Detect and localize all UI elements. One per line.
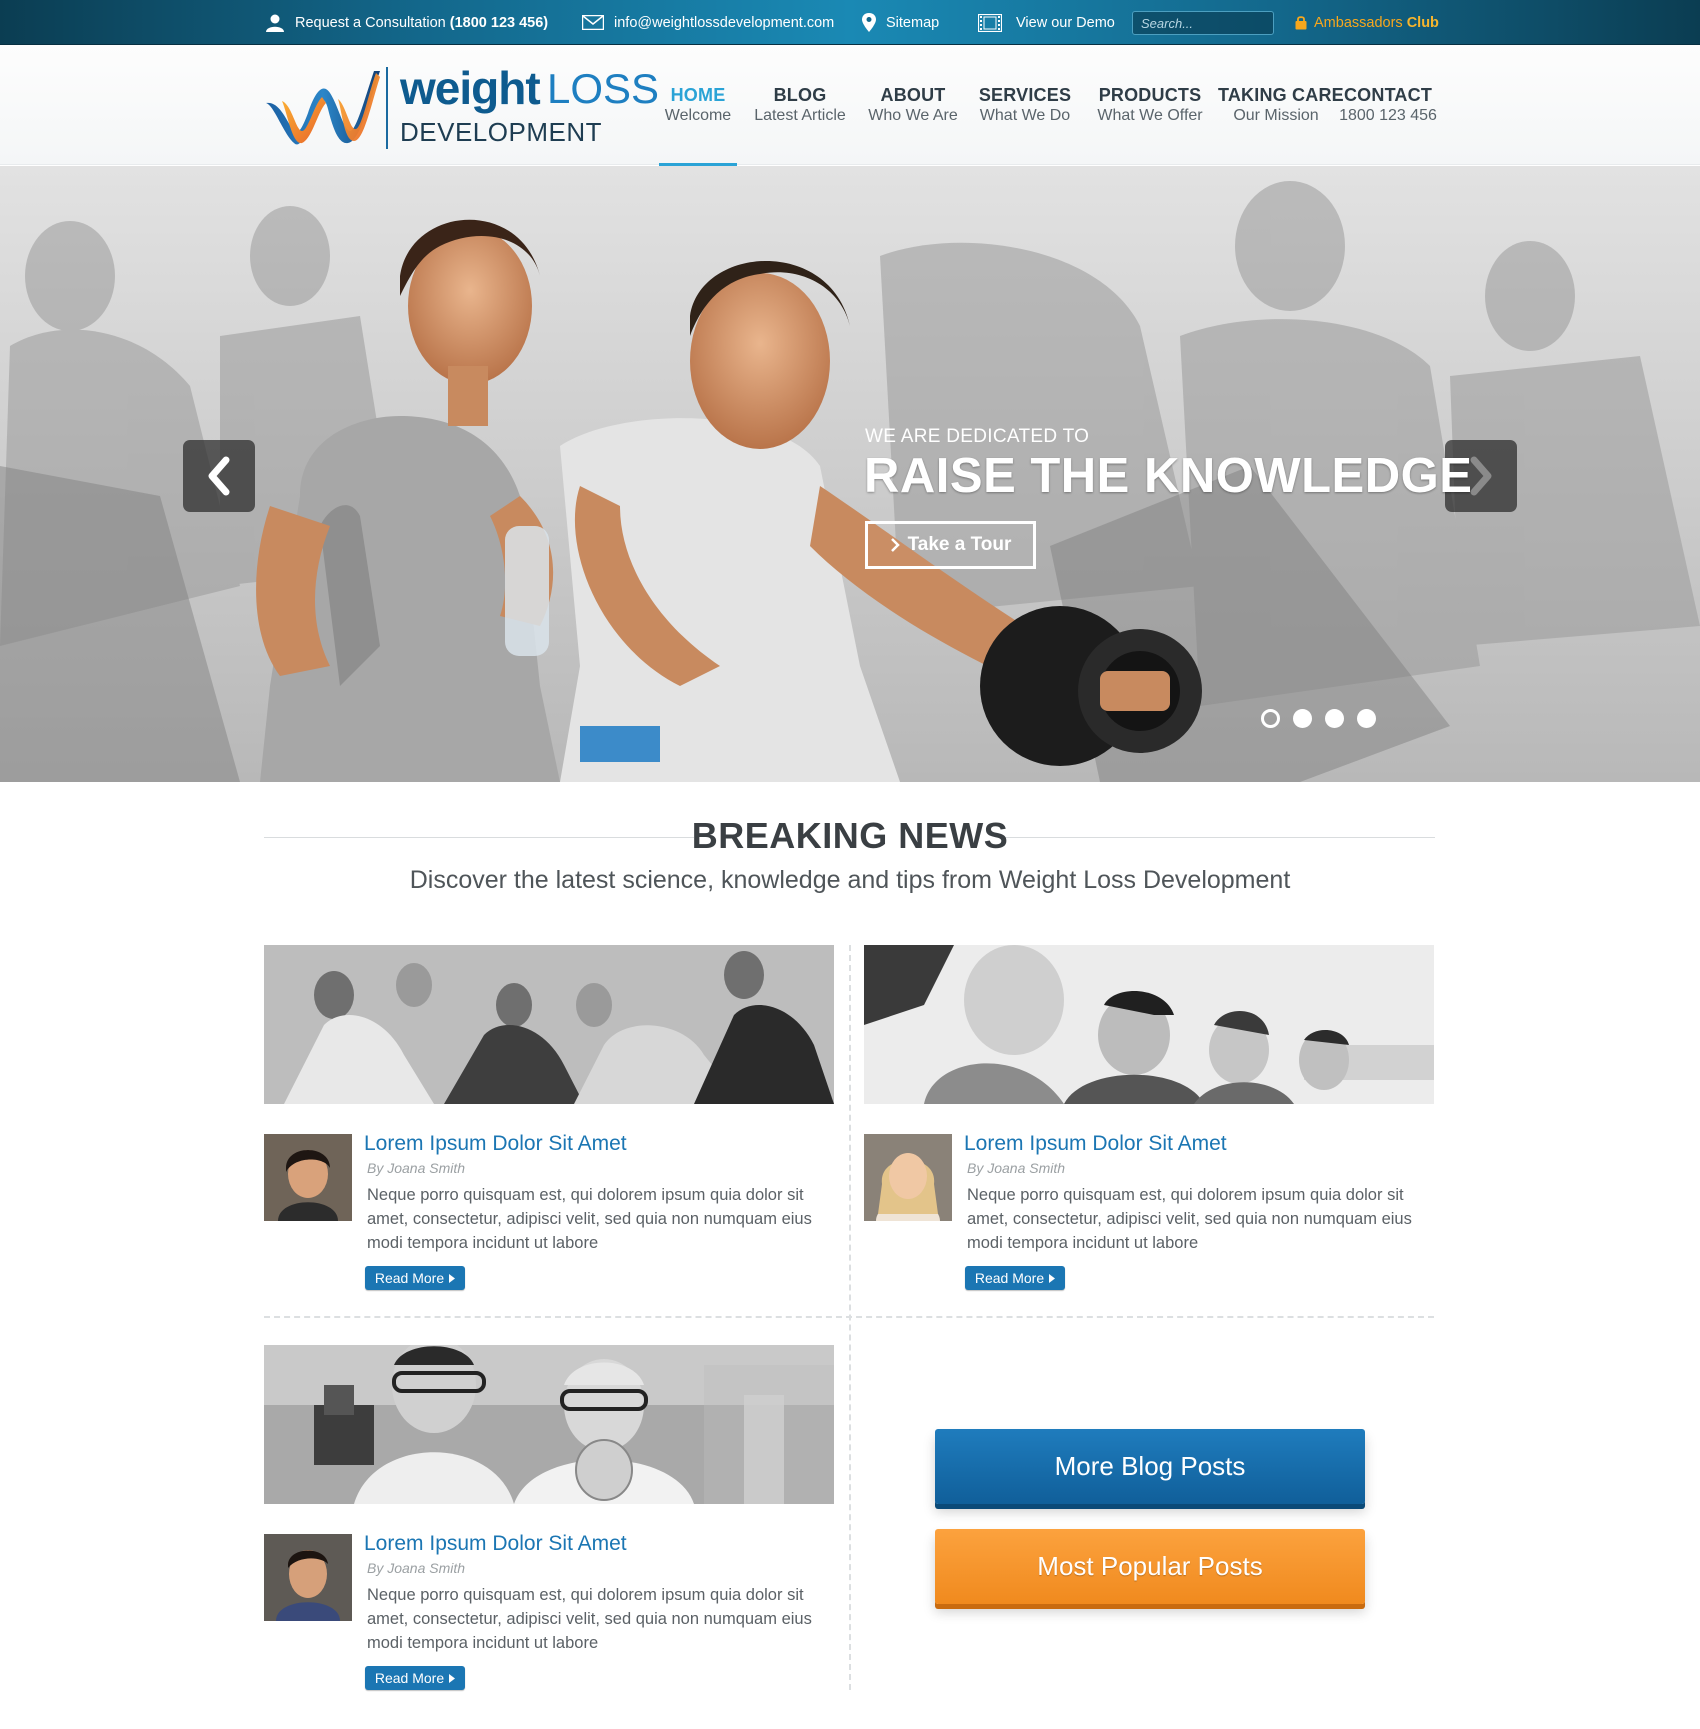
post-photo [264,945,834,1104]
consultation-phone: (1800 123 456) [449,14,549,31]
nav-taking-care-sub: Our Mission [1233,107,1319,124]
demo-text: View our Demo [1016,14,1115,31]
author-avatar [264,1134,352,1221]
nav-home-title: HOME [670,85,726,105]
logo-ribbon-icon [266,71,380,145]
nav-products-sub: What We Offer [1097,107,1203,124]
nav-blog[interactable]: BLOG Latest Article [750,85,850,125]
nav-home[interactable]: HOME Welcome [660,85,736,125]
take-a-tour-button[interactable]: Take a Tour [865,521,1036,569]
site-header: weight LOSS DEVELOPMENT HOME Welcome BLO… [0,45,1700,166]
slider-prev-button[interactable] [183,440,255,512]
post-author: By Joana Smith [367,1160,466,1176]
nav-products-title: PRODUCTS [1098,85,1202,105]
read-more-button[interactable]: Read More [365,1666,465,1690]
post-photo [864,945,1434,1104]
search-input[interactable] [1132,11,1274,35]
read-more-label: Read More [374,1270,445,1286]
section-title: BREAKING NEWS [691,815,1009,856]
email-text: info@weightlossdevelopment.com [614,14,835,31]
author-avatar [864,1134,952,1221]
nav-home-sub: Welcome [664,107,732,124]
slider-dot[interactable] [1357,709,1376,728]
nav-services-sub: What We Do [979,107,1071,124]
ambassadors-label: Ambassadors [1314,14,1403,31]
nav-services[interactable]: SERVICES What We Do [975,85,1075,125]
nav-services-title: SERVICES [978,85,1072,105]
nav-about-title: ABOUT [880,85,946,105]
nav-blog-title: BLOG [773,85,827,105]
caret-right-icon [1049,1273,1056,1283]
post-author: By Joana Smith [367,1560,466,1576]
sitemap-link[interactable]: Sitemap [862,0,939,45]
map-pin-icon [862,13,876,32]
post-image[interactable] [264,945,834,1104]
email-link[interactable]: info@weightlossdevelopment.com [582,0,834,45]
caret-right-icon [449,1273,456,1283]
nav-about[interactable]: ABOUT Who We Are [865,85,961,125]
post-image[interactable] [264,1345,834,1504]
post-title[interactable]: Lorem Ipsum Dolor Sit Amet [964,1132,1227,1156]
site-logo[interactable]: weight LOSS DEVELOPMENT [264,62,659,155]
post-title[interactable]: Lorem Ipsum Dolor Sit Amet [364,1532,627,1556]
user-icon [266,14,284,32]
lock-icon [1295,16,1307,30]
slider-dots [1261,709,1376,728]
more-blog-posts-button[interactable]: More Blog Posts [935,1429,1365,1504]
nav-products[interactable]: PRODUCTS What We Offer [1092,85,1208,125]
more-blog-posts-label: More Blog Posts [1054,1451,1246,1481]
nav-about-sub: Who We Are [868,107,958,124]
logo-word-weight: weight [400,62,541,114]
nav-blog-sub: Latest Article [754,107,846,124]
most-popular-posts-button[interactable]: Most Popular Posts [935,1529,1365,1604]
read-more-label: Read More [974,1270,1045,1286]
sitemap-text: Sitemap [886,14,940,31]
slider-dot[interactable] [1325,709,1344,728]
consultation-label: Request a Consultation [295,14,446,31]
hero-kicker: WE ARE DEDICATED TO [865,426,1090,447]
nav-contact-sub: 1800 123 456 [1339,107,1437,124]
hero-title: RAISE THE KNOWLEDGE [864,449,1473,503]
chevron-left-icon [208,456,230,496]
logo-word-loss: LOSS [547,65,660,112]
post-excerpt: Neque porro quisquam est, qui dolorem ip… [367,1186,812,1252]
post-excerpt: Neque porro quisquam est, qui dolorem ip… [967,1186,1412,1252]
nav-taking-care[interactable]: TAKING CARE Our Mission [1218,85,1344,125]
nav-contact-title: CONTACT [1343,85,1433,105]
read-more-button[interactable]: Read More [965,1266,1065,1290]
chevron-right-icon [890,538,900,552]
hero-slider: WE ARE DEDICATED TO RAISE THE KNOWLEDGE … [0,166,1700,782]
slider-dot[interactable] [1261,709,1280,728]
author-avatar [264,1534,352,1621]
caret-right-icon [449,1673,456,1683]
section-subtitle: Discover the latest science, knowledge a… [409,866,1291,894]
logo-word-development: DEVELOPMENT [400,117,602,147]
nav-taking-care-title: TAKING CARE [1218,85,1344,105]
row-divider [264,1316,1434,1318]
ambassadors-club: Club [1406,14,1439,31]
post-title[interactable]: Lorem Ipsum Dolor Sit Amet [364,1132,627,1156]
read-more-label: Read More [374,1670,445,1686]
nav-contact[interactable]: CONTACT 1800 123 456 [1338,85,1438,125]
envelope-icon [582,15,604,30]
post-image[interactable] [864,945,1434,1104]
post-excerpt: Neque porro quisquam est, qui dolorem ip… [367,1586,812,1652]
post-photo [264,1345,834,1504]
demo-link[interactable]: View our Demo [978,0,1115,45]
most-popular-posts-label: Most Popular Posts [1037,1551,1263,1581]
slider-dot[interactable] [1293,709,1312,728]
post-author: By Joana Smith [967,1160,1066,1176]
film-icon [978,13,1002,32]
top-utility-bar: Request a Consultation (1800 123 456) in… [0,0,1700,45]
read-more-button[interactable]: Read More [365,1266,465,1290]
take-a-tour-label: Take a Tour [907,534,1012,555]
ambassadors-club-link[interactable]: Ambassadors Club [1295,0,1439,45]
consultation-link[interactable]: Request a Consultation (1800 123 456) [265,0,548,45]
logo-divider [386,67,388,149]
